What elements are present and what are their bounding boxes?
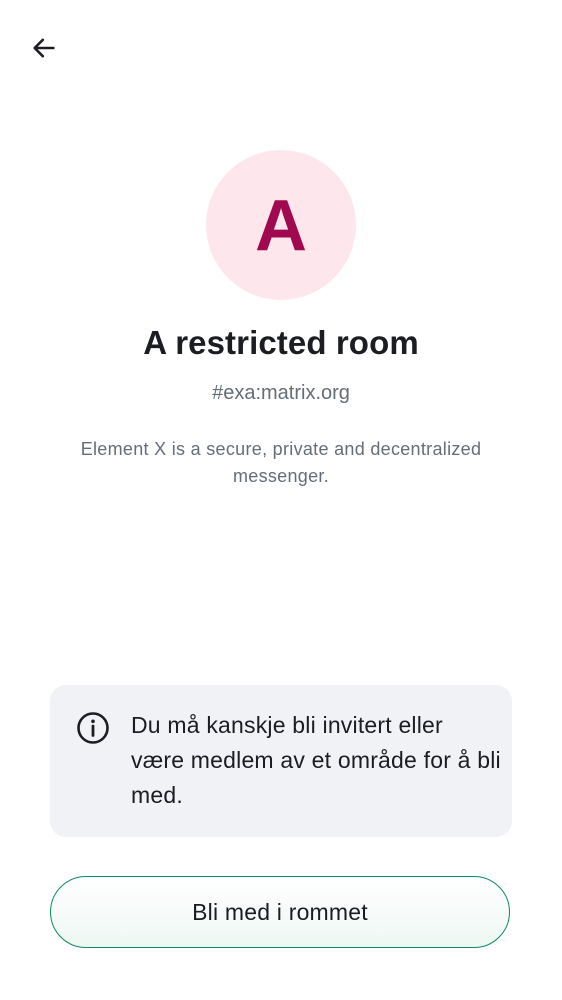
info-icon — [76, 711, 110, 745]
room-avatar: A — [206, 150, 356, 300]
arrow-left-icon — [30, 34, 58, 67]
join-room-label: Bli med i rommet — [192, 898, 368, 925]
room-description: Element X is a secure, private and decen… — [80, 439, 482, 486]
avatar-letter: A — [255, 186, 307, 266]
notice-text: Du må kanskje bli invitert eller være me… — [131, 712, 501, 808]
back-button[interactable] — [22, 28, 66, 72]
room-title: A restricted room — [143, 324, 419, 361]
room-alias: #exa:matrix.org — [212, 382, 350, 404]
restriction-notice: Du må kanskje bli invitert eller være me… — [50, 685, 512, 837]
join-room-button[interactable]: Bli med i rommet — [50, 876, 510, 948]
